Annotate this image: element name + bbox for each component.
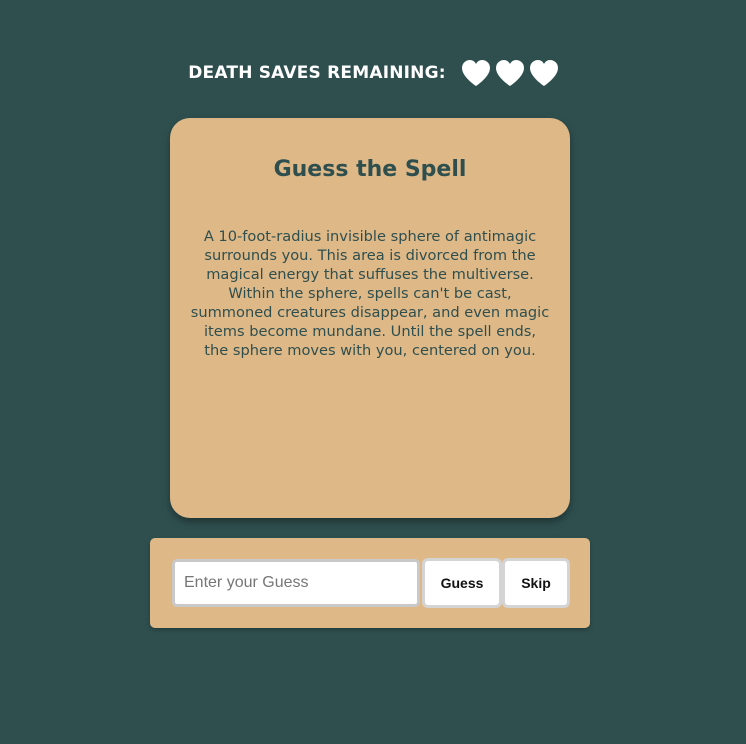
heart-icon — [529, 60, 558, 86]
skip-button[interactable]: Skip — [502, 558, 570, 608]
spell-description: A 10-foot-radius invisible sphere of ant… — [190, 228, 550, 359]
guess-input[interactable] — [172, 559, 420, 607]
death-saves-label: DEATH SAVES REMAINING: — [188, 63, 446, 83]
heart-icon — [461, 60, 490, 86]
card-title: Guess the Spell — [273, 157, 467, 182]
hearts-container — [460, 58, 560, 88]
guess-button[interactable]: Guess — [422, 558, 502, 608]
death-saves-header: DEATH SAVES REMAINING: — [0, 58, 746, 88]
heart-icon — [495, 60, 524, 86]
